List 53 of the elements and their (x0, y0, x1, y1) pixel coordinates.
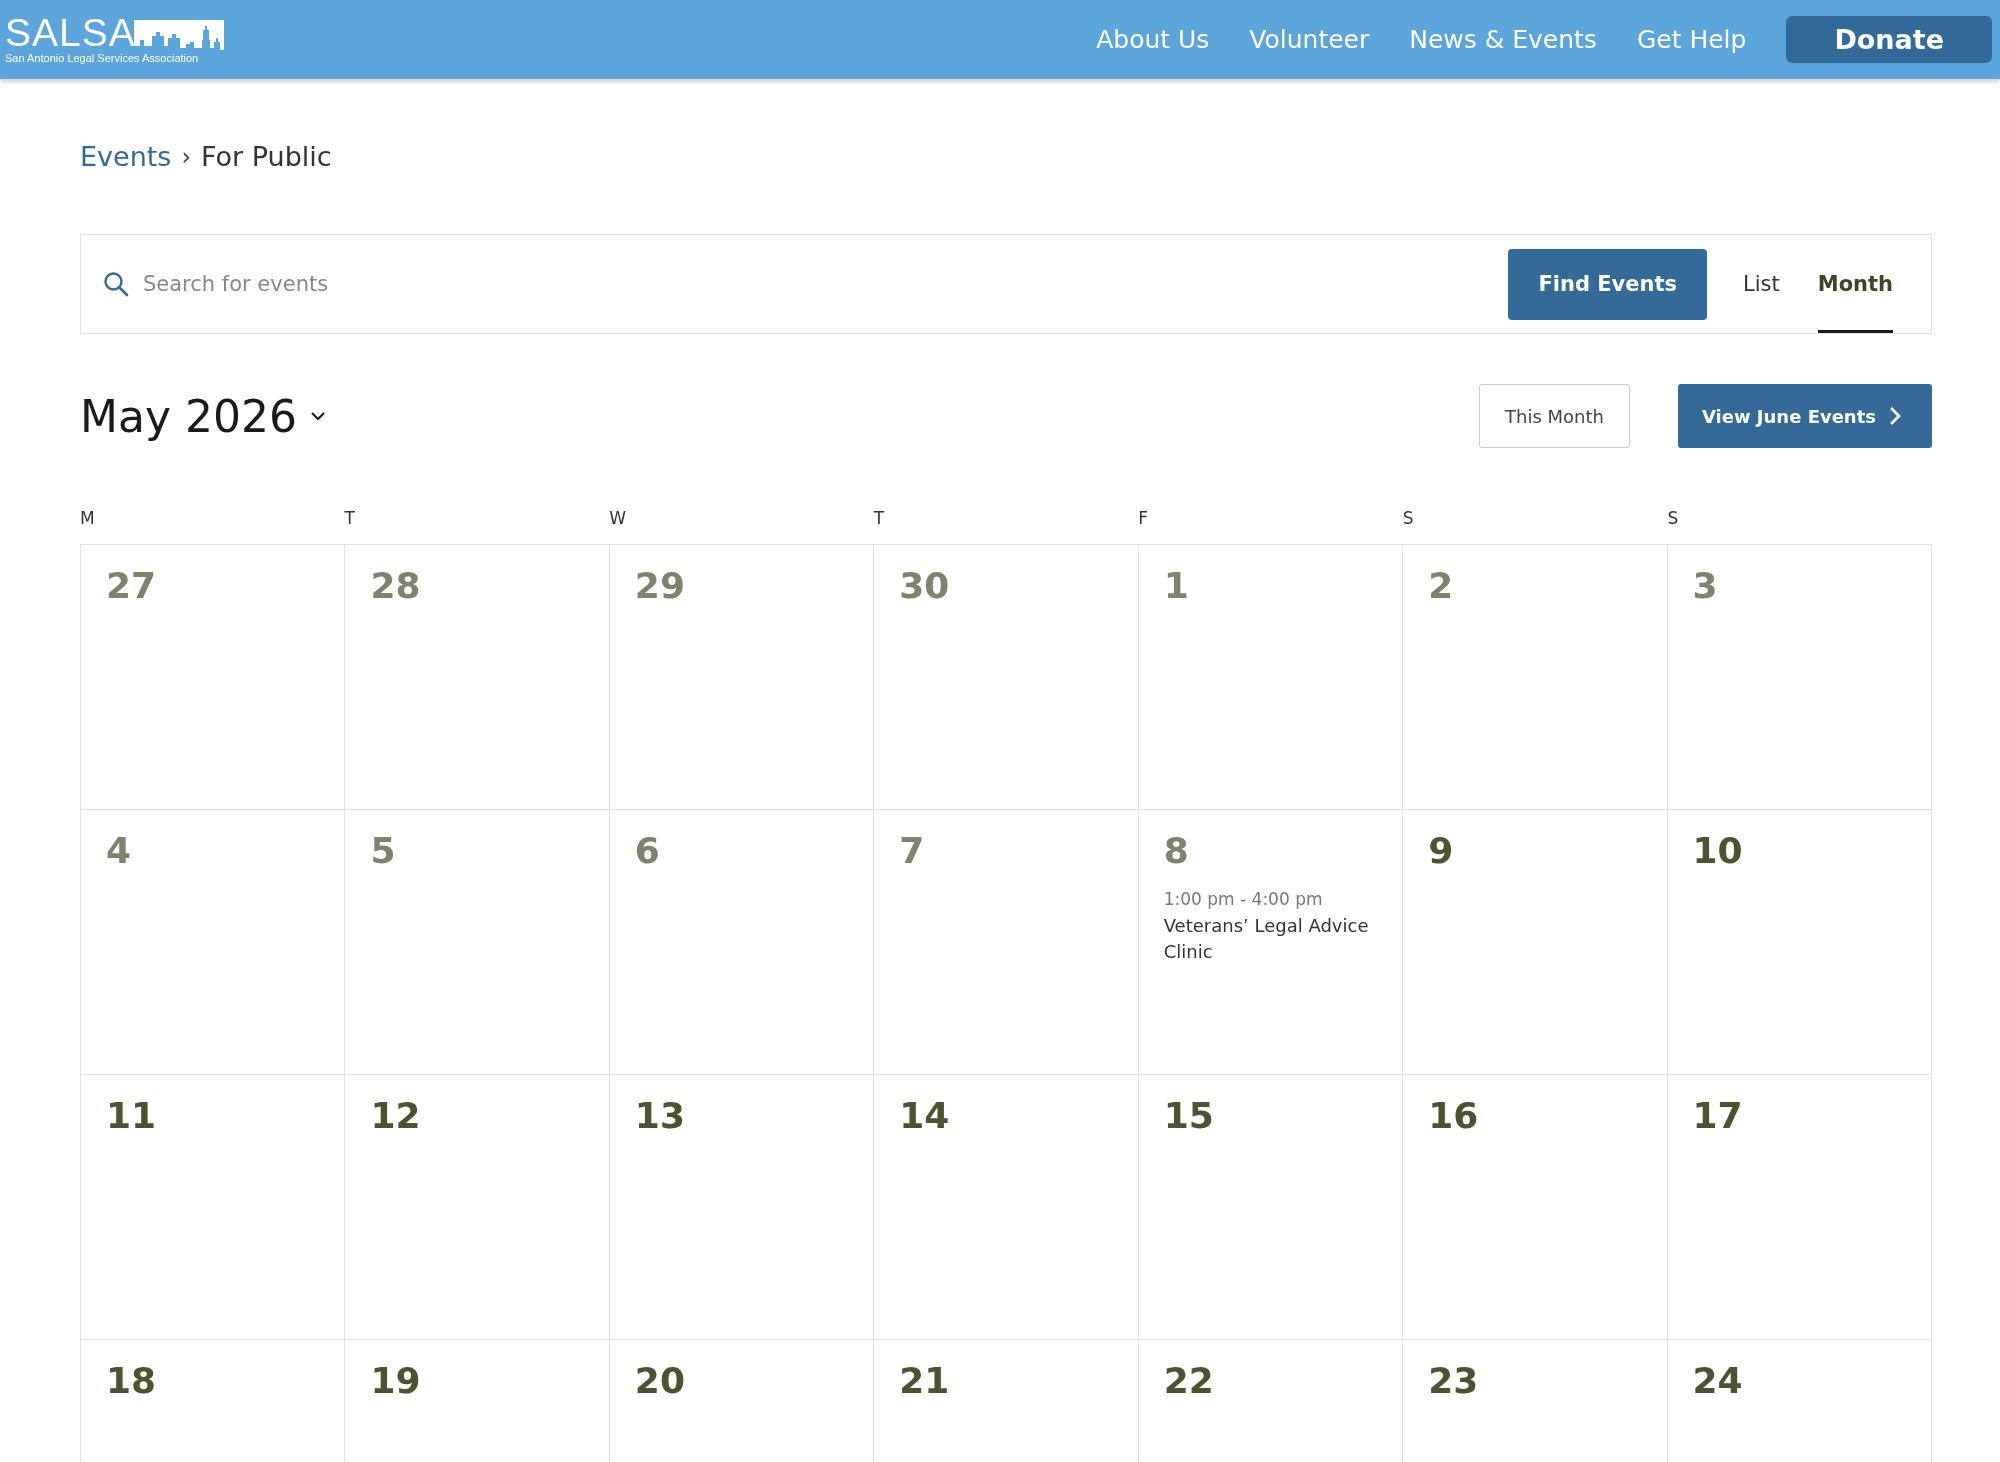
weekday-label: M (80, 508, 96, 528)
day-number[interactable]: 23 (1428, 1360, 1479, 1401)
weekday-label: S (1667, 508, 1680, 528)
weekday-label: T (873, 508, 886, 528)
weekday-label: W (609, 508, 627, 528)
day-number[interactable]: 4 (106, 830, 132, 871)
day-number[interactable]: 7 (899, 830, 925, 871)
search-field[interactable]: Search for events (141, 271, 1509, 297)
day-number[interactable]: 22 (1163, 1360, 1214, 1401)
breadcrumb-current: For Public (201, 141, 332, 172)
day-number[interactable]: 24 (1692, 1360, 1743, 1401)
search-icon (103, 271, 129, 297)
day-number[interactable]: 2 (1428, 565, 1454, 606)
weekday-label: F (1138, 508, 1150, 528)
event-time: 1:00 pm - 4:00 pm (1163, 889, 1324, 909)
day-number[interactable]: 14 (899, 1095, 950, 1136)
day-number[interactable]: 17 (1692, 1095, 1743, 1136)
logo-tagline: San Antonio Legal Services Association (5, 51, 200, 64)
weekday-label: T (344, 508, 356, 528)
view-tab[interactable]: List (1743, 235, 1780, 333)
day-number[interactable]: 20 (634, 1360, 685, 1401)
day-number[interactable]: 16 (1428, 1095, 1479, 1136)
day-number[interactable]: 30 (899, 565, 950, 606)
donate-button[interactable]: Donate (1786, 16, 1992, 63)
this-month-button[interactable]: This Month (1479, 384, 1630, 448)
view-tab[interactable]: Month (1817, 235, 1893, 333)
month-title[interactable]: May 2026 (80, 390, 297, 442)
day-number[interactable]: 19 (370, 1360, 421, 1401)
find-events-button[interactable]: Find Events (1508, 248, 1707, 320)
day-number[interactable]: 5 (370, 830, 396, 871)
day-number[interactable]: 11 (106, 1095, 157, 1136)
breadcrumb-separator: › (181, 142, 192, 171)
weekday-label: S (1402, 508, 1415, 528)
chevron-right-icon (1888, 405, 1902, 427)
day-number[interactable]: 12 (370, 1095, 421, 1136)
day-number[interactable]: 8 (1163, 830, 1189, 871)
day-number[interactable]: 15 (1163, 1095, 1214, 1136)
day-number[interactable]: 9 (1428, 830, 1454, 871)
skyline-icon (133, 19, 224, 50)
day-number[interactable]: 21 (899, 1360, 950, 1401)
event-title[interactable]: Veterans’ Legal Advice Clinic (1163, 913, 1378, 966)
day-number[interactable]: 6 (634, 830, 660, 871)
day-number[interactable]: 1 (1163, 565, 1189, 606)
chevron-down-icon[interactable] (308, 410, 327, 422)
day-number[interactable]: 10 (1692, 830, 1743, 871)
day-number[interactable]: 3 (1692, 565, 1718, 606)
breadcrumb-link[interactable]: Events (80, 141, 172, 172)
day-number[interactable]: 18 (106, 1360, 157, 1401)
day-number[interactable]: 13 (634, 1095, 685, 1136)
next-month-button[interactable]: View June Events (1677, 384, 1932, 448)
day-number[interactable]: 28 (370, 565, 421, 606)
day-number[interactable]: 29 (634, 565, 685, 606)
day-number[interactable]: 27 (106, 565, 157, 606)
